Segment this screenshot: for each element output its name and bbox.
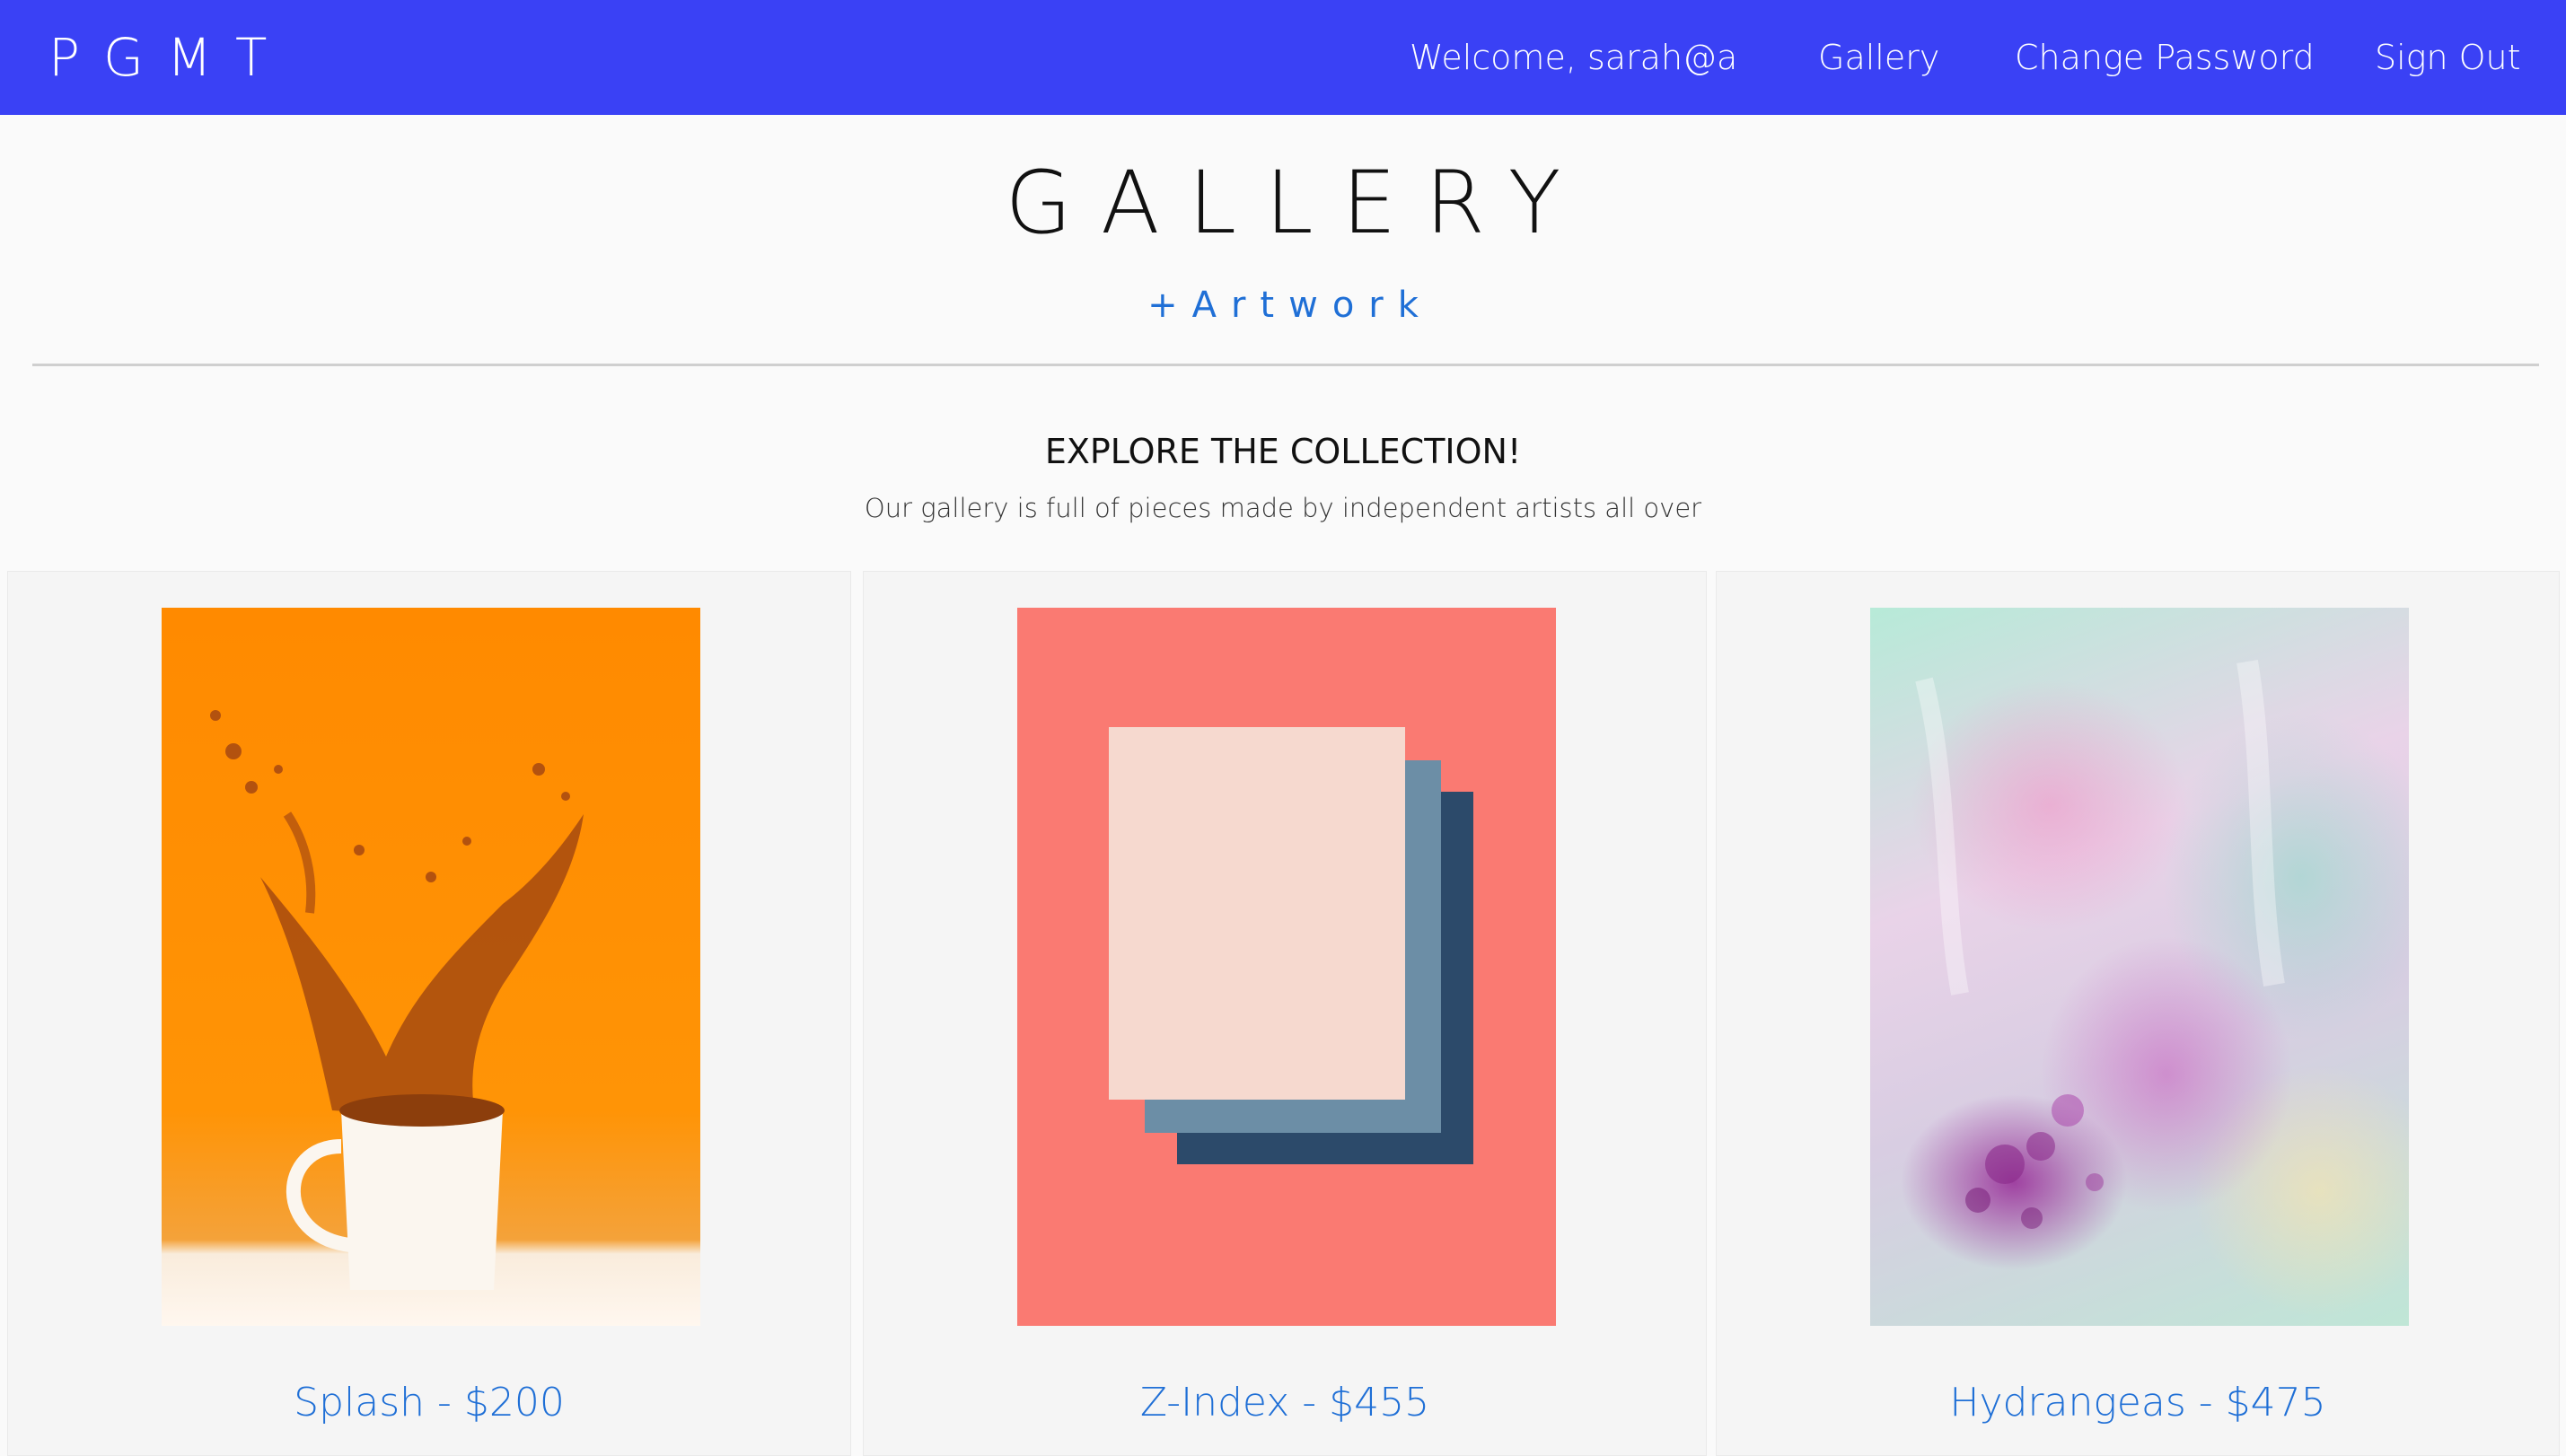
top-navbar: PGMT Welcome, sarah@a Gallery Change Pas… bbox=[0, 0, 2566, 115]
page-title: GALLERY bbox=[1005, 153, 1590, 253]
artwork-card[interactable]: Hydrangeas - $475 bbox=[1716, 571, 2560, 1456]
nav-gallery-link[interactable]: Gallery bbox=[1818, 0, 1939, 115]
abstract-painting-illustration bbox=[1915, 660, 2285, 1229]
brand-logo[interactable]: PGMT bbox=[48, 0, 290, 115]
header-divider bbox=[32, 364, 2539, 366]
collection-subheading: Our gallery is full of pieces made by in… bbox=[864, 493, 1702, 523]
collection-heading: EXPLORE THE COLLECTION! bbox=[1044, 432, 1522, 471]
artwork-title-link[interactable]: Z-Index - $455 bbox=[864, 1383, 1706, 1423]
artwork-card[interactable]: Z-Index - $455 bbox=[863, 571, 1707, 1456]
artwork-title-link[interactable]: Splash - $200 bbox=[8, 1383, 850, 1423]
add-artwork-link[interactable]: +Artwork bbox=[0, 287, 2566, 323]
welcome-text: Welcome, sarah@a bbox=[1410, 38, 1738, 77]
stacked-papers-illustration bbox=[1109, 727, 1473, 1164]
artwork-image-z-index[interactable] bbox=[1017, 608, 1556, 1326]
splash-illustration bbox=[210, 710, 584, 1290]
nav-change-password-link[interactable]: Change Password bbox=[2015, 0, 2315, 115]
artwork-image-hydrangeas[interactable] bbox=[1870, 608, 2409, 1326]
artwork-image-splash[interactable] bbox=[162, 608, 700, 1326]
nav-sign-out-link[interactable]: Sign Out bbox=[2375, 0, 2521, 115]
artwork-title-link[interactable]: Hydrangeas - $475 bbox=[1717, 1383, 2559, 1423]
artwork-card[interactable]: Splash - $200 bbox=[7, 571, 851, 1456]
